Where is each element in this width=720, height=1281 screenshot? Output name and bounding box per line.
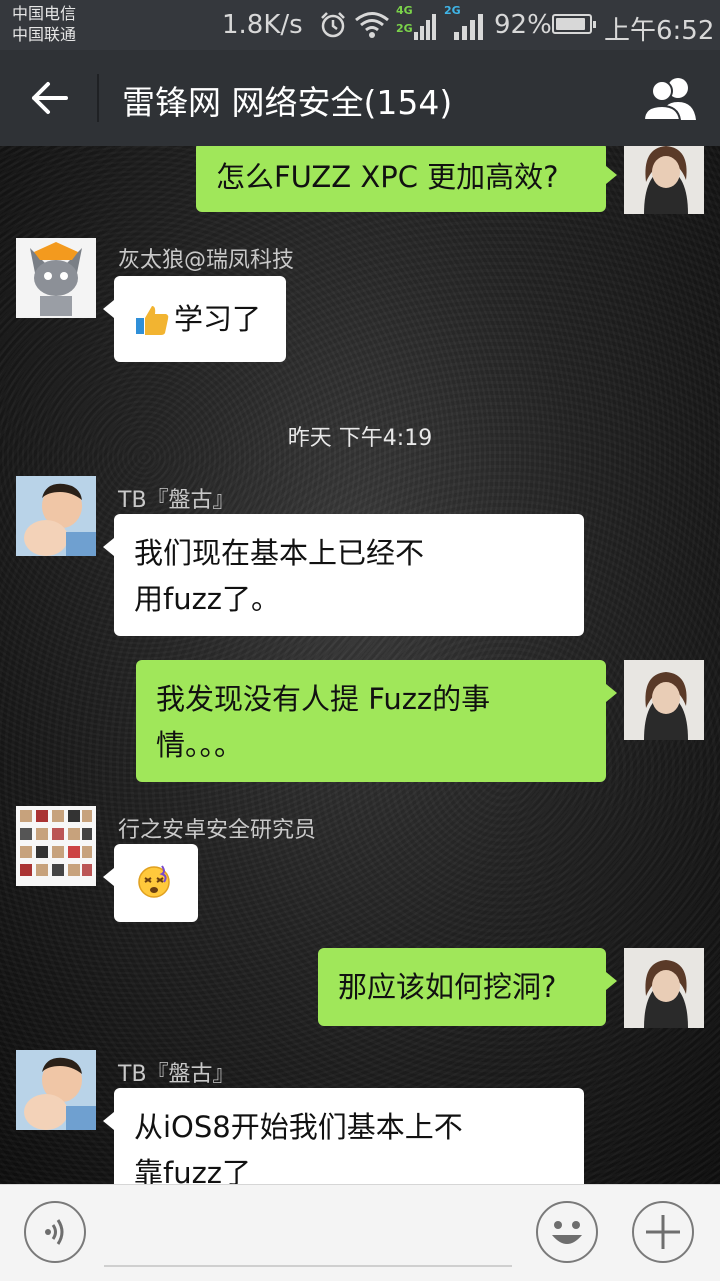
smiley-icon xyxy=(552,1221,582,1244)
message-input[interactable] xyxy=(104,1265,512,1267)
message-text: 那应该如何挖洞? xyxy=(338,970,557,1004)
sender-avatar[interactable] xyxy=(16,1050,96,1130)
network-type-2: 2G xyxy=(396,22,413,35)
avatar-image xyxy=(624,948,704,1028)
group-members-icon[interactable] xyxy=(642,76,700,122)
message-bubble-outgoing[interactable]: 那应该如何挖洞? xyxy=(318,948,617,1026)
message-text-line: 我们现在基本上已经不 xyxy=(134,536,425,570)
signal-icon xyxy=(414,14,436,40)
voice-button[interactable] xyxy=(24,1201,86,1263)
avatar-image xyxy=(16,1050,96,1130)
emoji-button[interactable] xyxy=(536,1201,598,1263)
network-speed: 1.8K/s xyxy=(222,10,303,40)
message-bubble-incoming[interactable]: 学习了 xyxy=(103,276,286,362)
avatar-image xyxy=(16,806,96,886)
message-text-line: 从iOS8开始我们基本上不 xyxy=(134,1110,463,1144)
back-arrow-icon[interactable] xyxy=(26,76,74,120)
message-text-line: 靠fuzz了 xyxy=(134,1156,252,1184)
battery-percent: 92% xyxy=(494,10,552,40)
sender-avatar[interactable] xyxy=(16,806,96,886)
message-bubble-incoming[interactable]: 从iOS8开始我们基本上不 靠fuzz了 xyxy=(103,1088,584,1184)
sender-name: 行之安卓安全研究员 xyxy=(118,818,317,843)
message-text-line: 我发现没有人提 Fuzz的事 xyxy=(156,682,491,716)
dizzy-face-icon xyxy=(138,865,170,898)
signal-icon xyxy=(454,14,483,40)
avatar-image xyxy=(624,660,704,740)
message-bubble-incoming[interactable] xyxy=(103,844,198,922)
message-text: 学习了 xyxy=(174,302,262,336)
avatar-image xyxy=(16,238,96,318)
message-timestamp: 昨天 下午4:19 xyxy=(287,426,433,451)
alarm-icon xyxy=(321,12,345,38)
more-button[interactable] xyxy=(632,1201,694,1263)
my-avatar[interactable] xyxy=(624,660,704,740)
title-divider xyxy=(97,74,99,122)
carrier-names: 中国电信 中国联通 xyxy=(12,3,76,45)
avatar-image xyxy=(16,476,96,556)
sender-avatar[interactable] xyxy=(16,238,96,318)
status-bar: 中国电信 中国联通 1.8K/s 4G 2G 2G 92% 上午6:52 xyxy=(0,0,720,50)
plus-icon xyxy=(646,1215,680,1249)
title-bar: 雷锋网 网络安全(154) xyxy=(0,50,720,146)
avatar-image xyxy=(624,146,704,214)
message-bubble-incoming[interactable]: 我们现在基本上已经不 用fuzz了。 xyxy=(103,514,584,636)
thumbs-up-icon xyxy=(136,306,169,335)
my-avatar[interactable] xyxy=(624,948,704,1028)
sender-name: TB『盤古』 xyxy=(118,488,235,513)
carrier-1: 中国电信 xyxy=(12,4,77,23)
chat-area[interactable]: 怎么FUZZ XPC 更加高效? 灰太狼@瑞凤科技 学习了 昨天 下午4:19 xyxy=(0,146,720,1184)
sender-avatar[interactable] xyxy=(16,476,96,556)
carrier-2: 中国联通 xyxy=(12,25,77,44)
message-bubble-outgoing[interactable]: 怎么FUZZ XPC 更加高效? xyxy=(196,146,617,212)
message-bubble-outgoing[interactable]: 我发现没有人提 Fuzz的事 情。。。 xyxy=(136,660,617,782)
wifi-icon xyxy=(355,12,389,38)
battery-fill xyxy=(556,18,585,30)
input-bar xyxy=(0,1184,720,1281)
message-text: 怎么FUZZ XPC 更加高效? xyxy=(216,160,559,194)
message-text-line: 情。。。 xyxy=(156,728,244,762)
sender-name: 灰太狼@瑞凤科技 xyxy=(118,248,295,273)
chat-title: 雷锋网 网络安全(154) xyxy=(122,83,453,122)
my-avatar[interactable] xyxy=(624,146,704,214)
status-time: 上午6:52 xyxy=(604,16,715,46)
sender-name: TB『盤古』 xyxy=(118,1062,235,1087)
message-text-line: 用fuzz了。 xyxy=(134,582,281,616)
voice-icon xyxy=(45,1219,64,1245)
battery-icon xyxy=(552,14,596,34)
network-type-1: 4G xyxy=(396,4,413,17)
